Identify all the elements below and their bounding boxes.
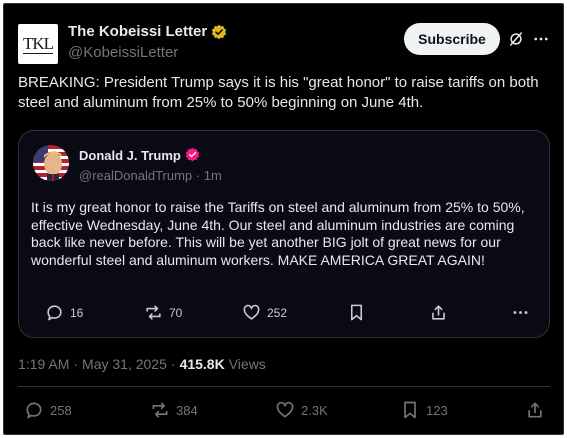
share-icon <box>528 402 542 418</box>
reply-count: 258 <box>50 402 72 418</box>
reply-button[interactable]: 258 <box>24 400 72 420</box>
quoted-action-bar: 16 70 252 <box>19 303 551 327</box>
heart-icon <box>243 304 260 320</box>
quoted-time[interactable]: 1m <box>204 168 222 183</box>
quoted-bookmark-button[interactable] <box>347 303 366 322</box>
tweet-card: TKL The Kobeissi Letter @KobeissiLetter … <box>3 3 564 435</box>
subscribe-button[interactable]: Subscribe <box>404 23 500 55</box>
quoted-separator: · <box>195 168 201 183</box>
quoted-more-button[interactable] <box>511 303 530 322</box>
views-label: Views <box>228 356 266 372</box>
quoted-share-button[interactable] <box>429 303 448 322</box>
quoted-author-name[interactable]: Donald J. Trump <box>79 148 181 163</box>
author-avatar[interactable]: TKL <box>18 24 58 64</box>
verified-pink-badge-icon <box>185 147 201 163</box>
meta-separator: · <box>170 356 176 372</box>
quoted-author-handle[interactable]: @realDonaldTrump <box>79 168 192 183</box>
repost-count: 384 <box>176 402 198 418</box>
more-options-icon[interactable] <box>532 30 550 48</box>
divider <box>18 386 550 387</box>
like-count: 2.3K <box>301 402 328 418</box>
grok-icon[interactable] <box>507 30 525 48</box>
bookmark-count: 123 <box>426 402 448 418</box>
quoted-like-button[interactable]: 252 <box>242 303 287 322</box>
heart-icon <box>276 401 294 418</box>
author-name[interactable]: The Kobeissi Letter <box>68 23 207 40</box>
verified-gold-badge-icon <box>211 24 227 40</box>
quoted-like-count: 252 <box>267 305 288 320</box>
views-count[interactable]: 415.8K <box>180 356 225 372</box>
reply-icon <box>47 305 62 321</box>
author-handle[interactable]: @KobeissiLetter <box>68 44 178 61</box>
repost-icon <box>146 305 161 320</box>
bookmark-button[interactable]: 123 <box>400 400 448 420</box>
repost-button[interactable]: 384 <box>150 400 198 420</box>
bookmark-icon <box>404 401 416 419</box>
bookmark-icon <box>350 304 363 321</box>
quoted-repost-count: 70 <box>169 305 183 320</box>
quoted-tweet[interactable]: Donald J. Trump @realDonaldTrump · 1m It… <box>18 130 550 338</box>
quoted-reply-count: 16 <box>70 305 84 320</box>
tweet-text: BREAKING: President Trump says it is his… <box>18 74 539 111</box>
avatar-text: TKL <box>22 33 54 54</box>
post-time[interactable]: 1:19 AM <box>18 356 69 372</box>
share-button[interactable] <box>525 400 545 420</box>
reply-icon <box>26 402 42 419</box>
repost-icon <box>152 402 168 418</box>
post-date[interactable]: May 31, 2025 <box>82 356 167 372</box>
tweet-timestamp: 1:19 AM · May 31, 2025 · 415.8K Views <box>18 356 266 372</box>
meta-separator: · <box>73 356 79 372</box>
author-name-row[interactable]: The Kobeissi Letter <box>68 23 227 40</box>
share-icon <box>432 305 445 320</box>
more-icon <box>513 311 528 314</box>
tweet-action-bar: 258 384 2.3K 123 <box>4 400 563 424</box>
quoted-author-name-row[interactable]: Donald J. Trump <box>79 147 201 163</box>
quoted-repost-button[interactable]: 70 <box>144 303 182 322</box>
like-button[interactable]: 2.3K <box>275 400 328 420</box>
quoted-author-avatar[interactable] <box>33 145 69 181</box>
quoted-tweet-text: It is my great honor to raise the Tariff… <box>31 199 525 268</box>
quoted-meta: @realDonaldTrump · 1m <box>79 168 222 183</box>
quoted-reply-button[interactable]: 16 <box>45 303 83 322</box>
